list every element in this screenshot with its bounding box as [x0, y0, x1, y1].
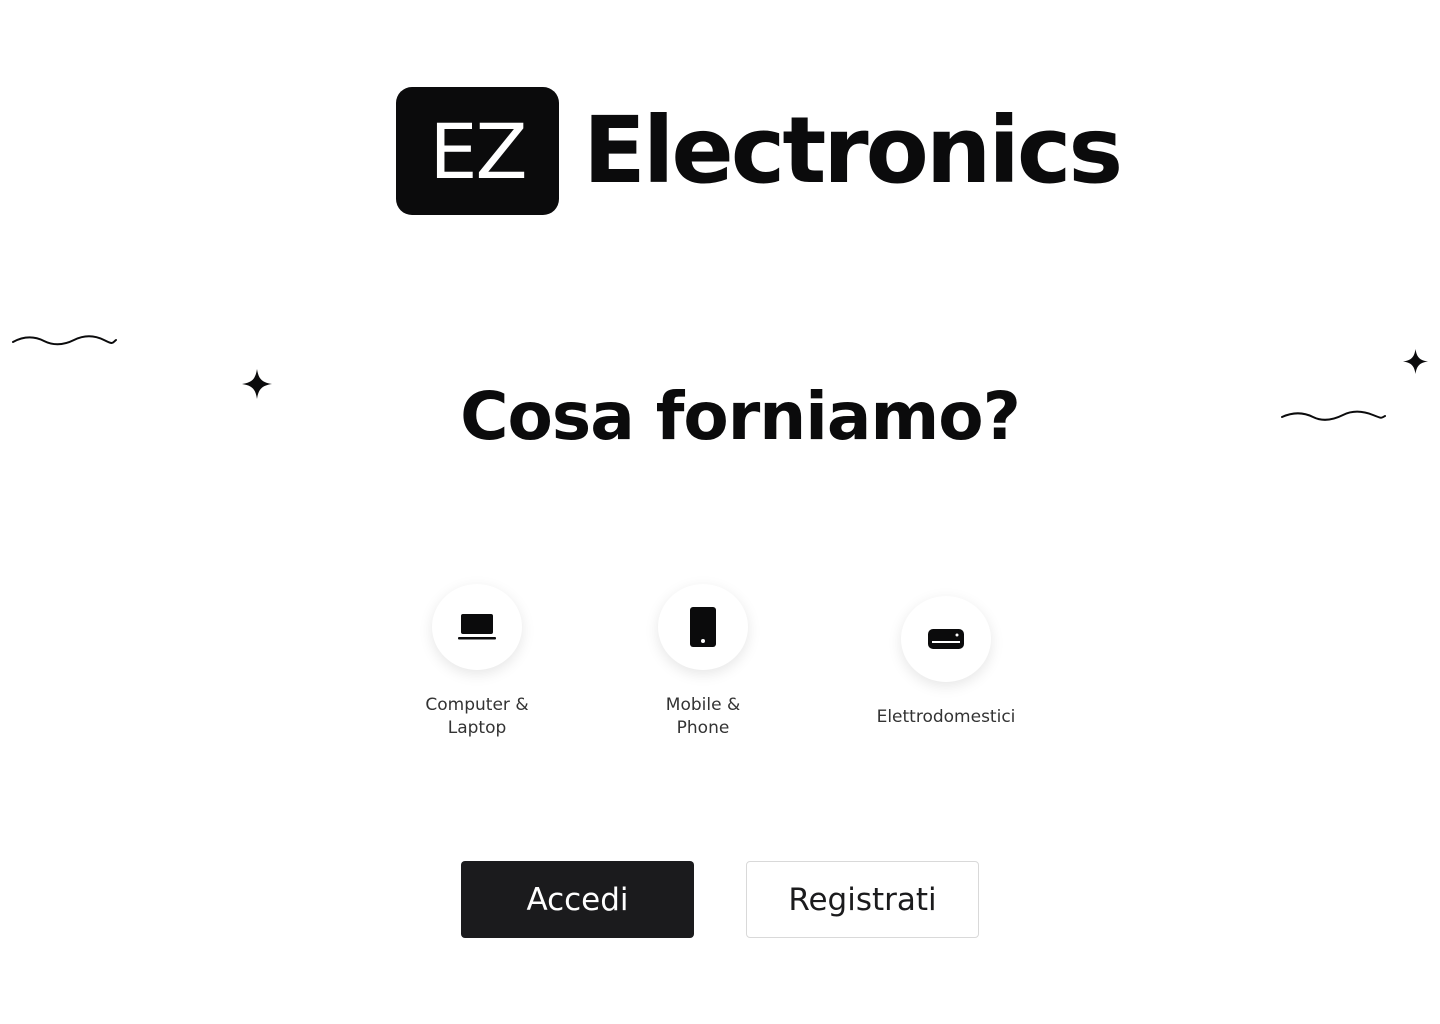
- category-mobile-phone[interactable]: Mobile & Phone: [603, 584, 803, 740]
- section-heading: Cosa forniamo?: [460, 378, 1021, 455]
- appliance-icon: [928, 629, 964, 649]
- category-icon-circle: [901, 596, 991, 682]
- category-label: Computer & Laptop: [425, 695, 529, 738]
- laptop-icon: [458, 614, 496, 640]
- landing-page: EZ Electronics Cosa forniamo? Computer &…: [0, 0, 1440, 1024]
- brand-logo: EZ Electronics: [396, 87, 1123, 215]
- category-elettrodomestici[interactable]: Elettrodomestici: [846, 596, 1046, 729]
- logo-wordmark: Electronics: [583, 97, 1123, 204]
- register-button[interactable]: Registrati: [746, 861, 979, 938]
- sparkle-icon: [1403, 349, 1428, 374]
- smartphone-icon: [690, 607, 716, 647]
- login-button[interactable]: Accedi: [461, 861, 694, 938]
- category-label: Elettrodomestici: [876, 707, 1016, 727]
- category-icon-circle: [432, 584, 522, 670]
- logo-badge: EZ: [396, 87, 559, 215]
- category-icon-circle: [658, 584, 748, 670]
- logo-badge-text: EZ: [429, 106, 527, 196]
- category-label: Mobile & Phone: [665, 695, 741, 738]
- category-computer-laptop[interactable]: Computer & Laptop: [377, 584, 577, 740]
- squiggle-decoration-left: [12, 335, 117, 346]
